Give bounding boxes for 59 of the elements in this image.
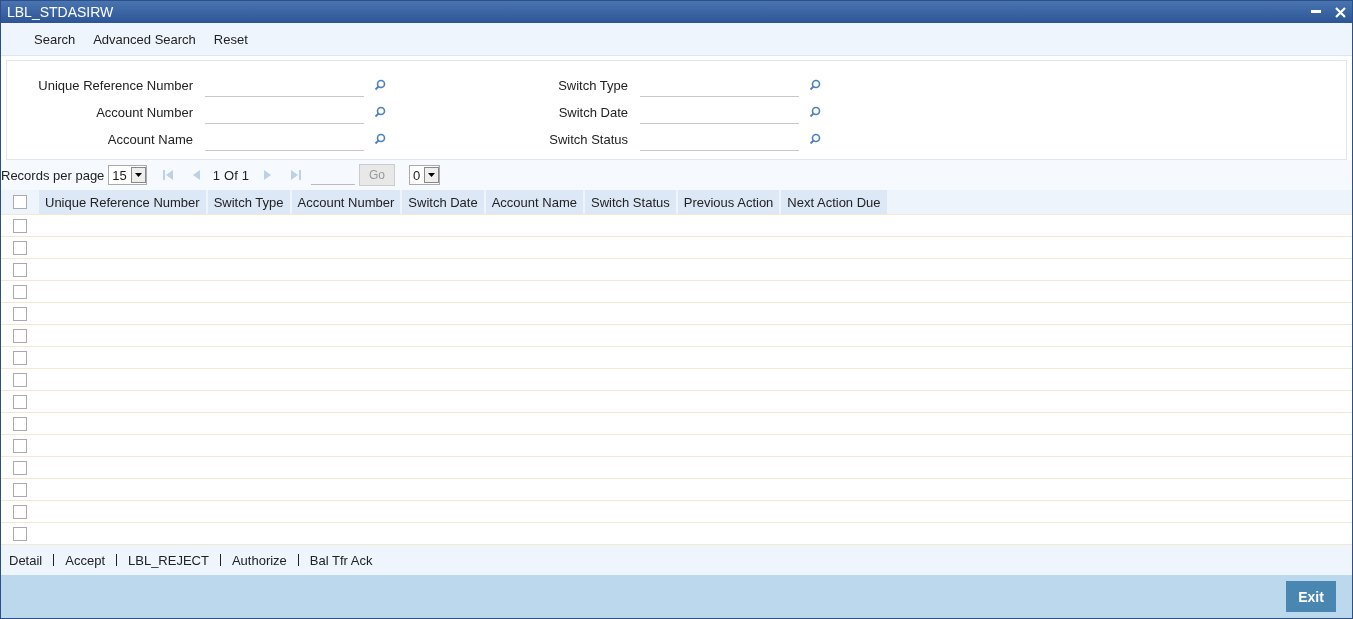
field-label: Unique Reference Number [37, 77, 194, 93]
column-header: Switch Date [402, 190, 486, 214]
column-header: Account Name [485, 190, 585, 214]
next-page-icon[interactable] [263, 169, 273, 181]
row-checkbox[interactable] [13, 328, 27, 343]
row-checkbox[interactable] [13, 504, 27, 519]
per-page-dropdown[interactable]: 15 [108, 165, 147, 185]
records-per-page-label: Records per page [1, 167, 105, 183]
row-checkbox[interactable] [13, 482, 27, 497]
page-total: 1 [241, 167, 249, 183]
row-checkbox[interactable] [13, 350, 27, 365]
search-icon[interactable] [374, 79, 386, 91]
row-checkbox[interactable] [13, 240, 27, 255]
row-checkbox[interactable] [13, 372, 27, 387]
column-header: Switch Status [584, 190, 678, 214]
select-all-checkbox[interactable] [13, 195, 27, 209]
field-label: Switch Type [557, 77, 629, 93]
row-checkbox[interactable] [13, 306, 27, 321]
field-label: Switch Status [548, 131, 629, 147]
row-checkbox[interactable] [13, 284, 27, 299]
close-icon[interactable] [1335, 6, 1346, 18]
search-icon[interactable] [809, 79, 821, 91]
window-title: LBL_STDASIRW [7, 4, 114, 20]
row-checkbox[interactable] [13, 438, 27, 453]
field-label: Switch Date [557, 104, 629, 120]
row-checkbox[interactable] [13, 218, 27, 233]
of-label: Of [224, 167, 238, 183]
toolbar-button[interactable]: Search [25, 31, 85, 47]
action-link[interactable]: Bal Tfr Ack [309, 552, 373, 568]
search-icon[interactable] [809, 106, 821, 118]
page-number: 1 [212, 167, 221, 183]
first-page-icon[interactable] [162, 169, 173, 181]
column-header: Switch Type [207, 190, 292, 214]
exit-button[interactable]: Exit [1286, 581, 1336, 612]
column-header: Next Action Due [781, 190, 889, 214]
row-checkbox[interactable] [13, 460, 27, 475]
row-checkbox[interactable] [13, 394, 27, 409]
toolbar-button[interactable]: Reset [204, 31, 257, 47]
action-link[interactable]: Accept [65, 552, 105, 568]
column-header: Previous Action [677, 190, 782, 214]
field-label: Account Number [95, 104, 194, 120]
caret-icon [134, 173, 142, 177]
row-checkbox[interactable] [13, 526, 27, 541]
caret-icon [428, 173, 436, 177]
column-header: Account Number [291, 190, 403, 214]
page-jump-dropdown[interactable]: 0 [409, 165, 441, 185]
action-link[interactable]: LBL_REJECT [128, 552, 209, 568]
search-icon[interactable] [374, 106, 386, 118]
toolbar-button[interactable]: Advanced Search [84, 31, 205, 47]
search-icon[interactable] [809, 133, 821, 145]
row-checkbox[interactable] [13, 416, 27, 431]
action-link[interactable]: Authorize [231, 552, 287, 568]
last-page-icon[interactable] [291, 169, 301, 181]
action-link[interactable]: Detail [9, 552, 43, 568]
search-icon[interactable] [374, 133, 386, 145]
row-checkbox[interactable] [13, 262, 27, 277]
column-header: Unique Reference Number [39, 190, 208, 214]
field-label: Account Name [106, 131, 194, 147]
minimize-icon[interactable] [1311, 10, 1321, 14]
